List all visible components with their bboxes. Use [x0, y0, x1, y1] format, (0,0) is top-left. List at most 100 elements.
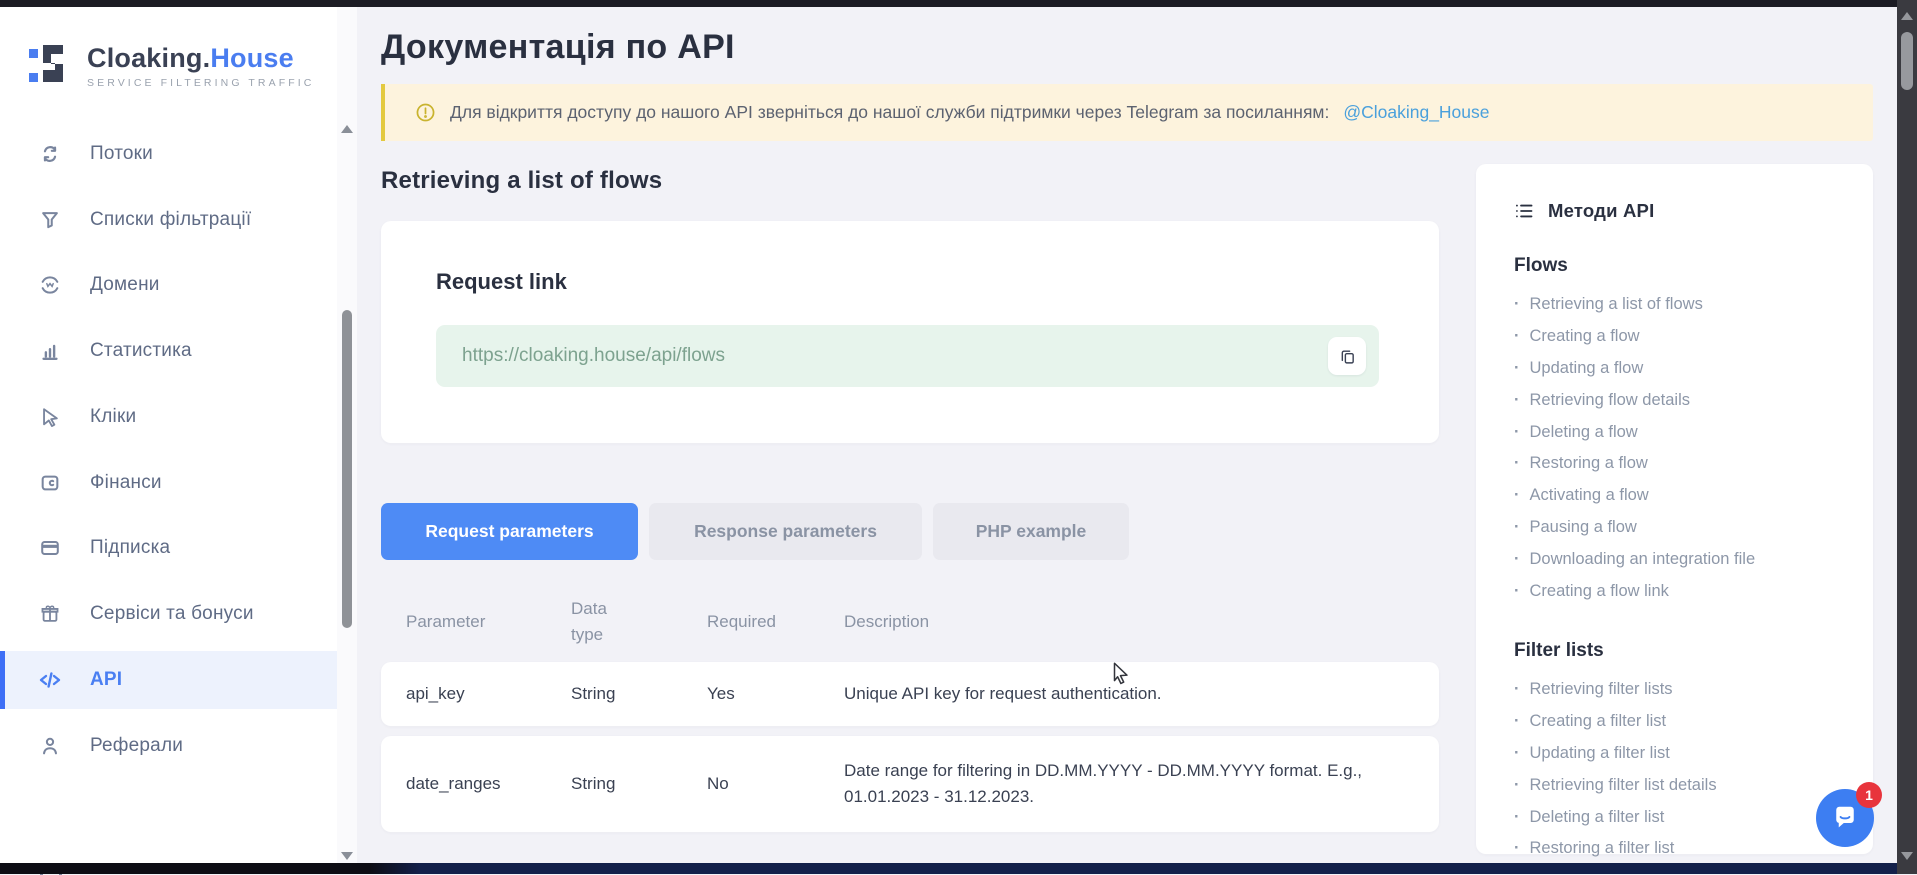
sidebar-item-finances[interactable]: Фінанси: [0, 454, 337, 512]
sidebar-item-domains[interactable]: Домени: [0, 256, 337, 314]
method-link[interactable]: Updating a flow: [1514, 353, 1853, 385]
scrollbar-thumb[interactable]: [1901, 32, 1913, 90]
method-link[interactable]: Pausing a flow: [1514, 512, 1853, 544]
page-title: Документація по API: [381, 28, 1873, 67]
request-link-title: Request link: [436, 269, 1379, 295]
bar-chart-icon: [38, 339, 62, 363]
method-link[interactable]: Deleting a flow: [1514, 416, 1853, 448]
sidebar-item-label: Сервіси та бонуси: [90, 603, 254, 625]
methods-section-filter-lists: Filter lists: [1514, 640, 1853, 662]
window-bottom-edge: [0, 863, 1897, 874]
warning-icon: [415, 102, 436, 123]
sidebar-item-flows[interactable]: Потоки: [0, 125, 337, 183]
table-row: date_ranges String No Date range for fil…: [381, 736, 1439, 832]
sidebar-item-filter-lists[interactable]: Списки фільтрації: [0, 191, 337, 249]
cell-description: Unique API key for request authenticatio…: [844, 681, 1439, 707]
cell-parameter: api_key: [406, 684, 571, 704]
person-icon: [38, 734, 62, 758]
chat-unread-badge: 1: [1856, 782, 1882, 808]
logo-icon: [27, 40, 73, 91]
scrollbar-thumb[interactable]: [342, 310, 352, 628]
table-header: Parameter Data type Required Description: [381, 582, 1439, 662]
method-link[interactable]: Retrieving flow details: [1514, 384, 1853, 416]
cell-data-type: String: [571, 684, 707, 704]
content-scrollbar[interactable]: [337, 7, 357, 863]
cell-required: Yes: [707, 684, 844, 704]
code-icon: [38, 668, 62, 692]
method-link[interactable]: Deleting a filter list: [1514, 801, 1853, 833]
telegram-link[interactable]: @Cloaking_House: [1343, 102, 1489, 123]
wallet-icon: [38, 471, 62, 495]
column-header: Required: [707, 612, 844, 632]
sidebar-item-label: API: [90, 669, 122, 691]
parameter-tabs: Request parameters Response parameters P…: [381, 503, 1439, 560]
sidebar-item-label: Списки фільтрації: [90, 209, 251, 231]
sidebar-item-label: Фінанси: [90, 472, 162, 494]
list-icon: [1514, 201, 1534, 221]
brand-name: Cloaking.House: [87, 43, 314, 74]
cell-parameter: date_ranges: [406, 774, 571, 794]
sidebar: Cloaking.House SERVICE FILTERING TRAFFIC…: [0, 7, 337, 863]
sidebar-item-api[interactable]: API: [0, 651, 337, 709]
methods-list-flows: Retrieving a list of flows Creating a fl…: [1514, 289, 1853, 607]
copy-button[interactable]: [1328, 337, 1366, 375]
method-link[interactable]: Creating a flow link: [1514, 575, 1853, 607]
tab-response-parameters[interactable]: Response parameters: [649, 503, 922, 560]
tab-request-parameters[interactable]: Request parameters: [381, 503, 638, 560]
sidebar-item-label: Реферали: [90, 735, 183, 757]
sidebar-nav: Потоки Списки фільтрації Домени: [0, 91, 337, 775]
scroll-down-arrow-icon[interactable]: [1901, 852, 1913, 860]
globe-icon: [38, 273, 62, 297]
table-row: api_key String Yes Unique API key for re…: [381, 662, 1439, 726]
sidebar-item-label: Домени: [90, 274, 160, 296]
page-scrollbar[interactable]: [1897, 0, 1917, 874]
scroll-up-arrow-icon[interactable]: [1901, 12, 1913, 20]
sidebar-item-clicks[interactable]: Кліки: [0, 388, 337, 446]
method-link[interactable]: Retrieving filter lists: [1514, 674, 1853, 706]
doc-section: Retrieving a list of flows Request link …: [381, 159, 1439, 832]
cursor-icon: [38, 405, 62, 429]
cell-data-type: String: [571, 774, 707, 794]
methods-list-filter-lists: Retrieving filter lists Creating a filte…: [1514, 674, 1853, 865]
sidebar-item-subscription[interactable]: Підписка: [0, 519, 337, 577]
sidebar-item-referrals[interactable]: Реферали: [0, 717, 337, 775]
method-link[interactable]: Retrieving a list of flows: [1514, 289, 1853, 321]
gift-icon: [38, 602, 62, 626]
column-header: Description: [844, 612, 1439, 632]
api-methods-panel: Методи API Flows Retrieving a list of fl…: [1476, 164, 1873, 854]
request-url-box: https://cloaking.house/api/flows: [436, 325, 1379, 387]
method-link[interactable]: Updating a filter list: [1514, 738, 1853, 770]
sidebar-item-services-bonuses[interactable]: Сервіси та бонуси: [0, 585, 337, 643]
chat-bubble-icon: [1830, 803, 1860, 833]
method-link[interactable]: Creating a filter list: [1514, 706, 1853, 738]
method-link[interactable]: Creating a flow: [1514, 321, 1853, 353]
brand-tagline: SERVICE FILTERING TRAFFIC: [87, 77, 314, 89]
methods-section-flows: Flows: [1514, 255, 1853, 277]
copy-icon: [1339, 348, 1356, 365]
funnel-icon: [38, 208, 62, 232]
logo[interactable]: Cloaking.House SERVICE FILTERING TRAFFIC: [0, 7, 337, 91]
api-methods-header: Методи API: [1514, 200, 1853, 222]
info-banner: Для відкриття доступу до нашого API звер…: [381, 84, 1873, 141]
sidebar-item-label: Кліки: [90, 406, 136, 428]
tab-php-example[interactable]: PHP example: [933, 503, 1129, 560]
main-content: Документація по API Для відкриття доступ…: [357, 7, 1897, 863]
scroll-up-arrow-icon[interactable]: [341, 125, 353, 133]
sidebar-item-label: Потоки: [90, 143, 153, 165]
method-link[interactable]: Downloading an integration file: [1514, 543, 1853, 575]
method-link[interactable]: Restoring a filter list: [1514, 833, 1853, 865]
method-link[interactable]: Activating a flow: [1514, 480, 1853, 512]
banner-text: Для відкриття доступу до нашого API звер…: [450, 102, 1329, 123]
method-link[interactable]: Retrieving filter list details: [1514, 769, 1853, 801]
method-link[interactable]: Restoring a flow: [1514, 448, 1853, 480]
column-header: Data type: [571, 596, 623, 649]
sidebar-item-label: Підписка: [90, 537, 170, 559]
column-header: Parameter: [406, 612, 571, 632]
chat-widget-button[interactable]: 1: [1816, 789, 1874, 847]
cell-required: No: [707, 774, 844, 794]
scroll-down-arrow-icon[interactable]: [341, 852, 353, 860]
sidebar-item-statistics[interactable]: Статистика: [0, 322, 337, 380]
sidebar-item-label: Статистика: [90, 340, 192, 362]
cell-description: Date range for filtering in DD.MM.YYYY -…: [844, 758, 1439, 811]
request-url: https://cloaking.house/api/flows: [462, 345, 1328, 367]
